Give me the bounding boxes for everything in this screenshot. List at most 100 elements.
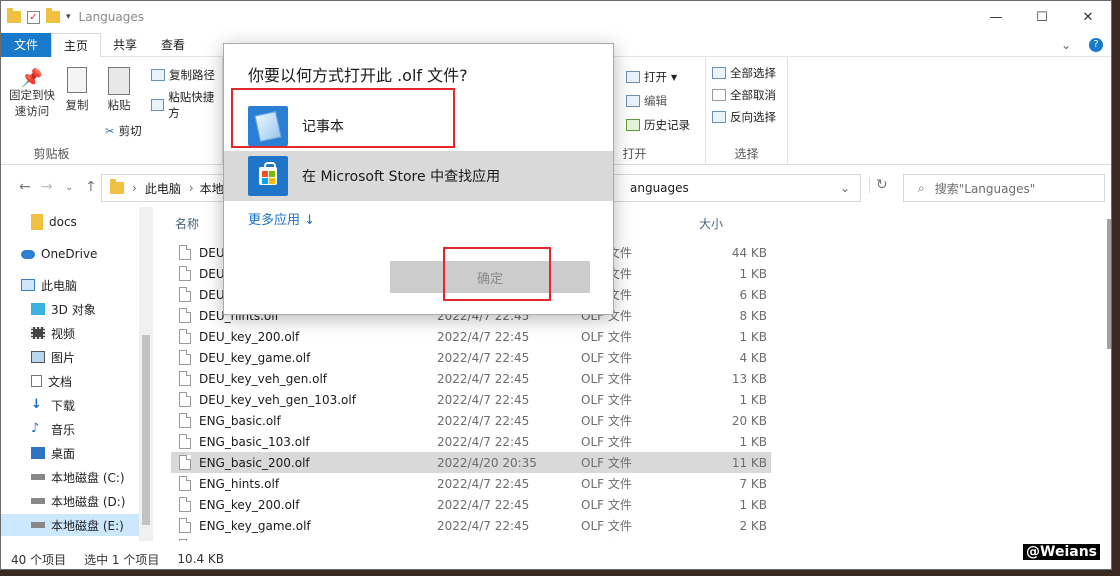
download-icon: ↓ bbox=[31, 397, 42, 412]
option-microsoft-store[interactable]: 在 Microsoft Store 中查找应用 bbox=[224, 151, 613, 201]
file-type: OLF 文件 bbox=[581, 456, 632, 470]
address-dropdown-icon[interactable]: ⌄ bbox=[840, 181, 850, 195]
file-icon bbox=[179, 476, 191, 491]
sidebar-label: 3D 对象 bbox=[51, 302, 96, 317]
file-icon bbox=[179, 350, 191, 365]
sidebar-item-documents[interactable]: 文档 bbox=[1, 370, 151, 392]
quick-access-toolbar: ✓ ▾ bbox=[7, 8, 71, 24]
ribbon-expand-icon[interactable]: ⌄ bbox=[1061, 38, 1071, 52]
file-name: ENG_hints.olf bbox=[199, 476, 280, 491]
breadcrumb-drive[interactable]: 本地 bbox=[200, 180, 224, 197]
file-list-scrollbar[interactable] bbox=[1105, 207, 1111, 541]
table-row[interactable]: DEU_key_veh_gen_103.olf 2022/4/7 22:45 OLF… bbox=[171, 389, 771, 410]
breadcrumb-languages[interactable]: anguages bbox=[630, 181, 689, 195]
recent-dropdown-icon[interactable]: ⌄ bbox=[65, 182, 73, 193]
select-group-label: 选择 bbox=[734, 147, 759, 161]
file-type: OLF 文件 bbox=[581, 477, 632, 491]
file-icon bbox=[179, 371, 191, 386]
sidebar-item-pc[interactable]: 此电脑 bbox=[1, 274, 151, 296]
file-name: ENG_basic_200.olf bbox=[199, 455, 310, 470]
file-date: 2022/4/7 22:45 bbox=[437, 329, 530, 344]
sidebar-item-videos[interactable]: 视频 bbox=[1, 322, 151, 344]
up-arrow-icon[interactable]: ↑ bbox=[85, 179, 97, 195]
table-row[interactable]: ENG_basic_103.olf 2022/4/7 22:45 OLF 文件 1 K… bbox=[171, 431, 771, 452]
copy-button[interactable]: 复制 bbox=[61, 67, 93, 113]
search-input[interactable]: ⌕ 搜索"Languages" bbox=[903, 174, 1105, 202]
tab-share[interactable]: 共享 bbox=[101, 33, 149, 57]
window-title: Languages bbox=[78, 10, 145, 24]
breadcrumb-pc[interactable]: 此电脑 bbox=[145, 180, 181, 197]
open-button[interactable]: 打开 ▼ bbox=[626, 69, 677, 85]
file-name: ENG_key_200.olf bbox=[199, 497, 300, 512]
table-row[interactable]: ENG_hints.olf 2022/4/7 22:45 OLF 文件 7 KB bbox=[171, 473, 771, 494]
column-header-size[interactable]: 大小 bbox=[699, 215, 723, 232]
folder-icon bbox=[7, 8, 21, 23]
cloud-icon bbox=[21, 249, 35, 259]
sidebar-item-docs[interactable]: docs bbox=[1, 211, 151, 233]
cut-button[interactable]: ✂ 剪切 bbox=[105, 123, 142, 139]
sidebar-item-drive-e[interactable]: 本地磁盘 (E:) bbox=[1, 514, 151, 536]
close-button[interactable]: ✕ bbox=[1065, 1, 1111, 33]
new-folder-icon[interactable] bbox=[46, 8, 60, 23]
pin-label: 固定到快 bbox=[9, 88, 55, 102]
column-header-name[interactable]: 名称 bbox=[175, 215, 199, 232]
file-date: 2022/4/7 22:45 bbox=[437, 540, 529, 542]
table-row[interactable]: ENG_key_200.olf 2022/4/7 22:45 OLF 文件 1 KB bbox=[171, 494, 771, 515]
sidebar-item-downloads[interactable]: ↓ 下载 bbox=[1, 394, 151, 416]
pin-quick-access-button[interactable]: 📌 固定到快 速访问 bbox=[3, 70, 61, 119]
table-row[interactable]: DEU_key_veh_gen.olf 2022/4/7 22:45 OLF 文件 1… bbox=[171, 368, 771, 389]
table-row[interactable]: ENG_basic.olf 2022/4/7 22:45 OLF 文件 20 KB bbox=[171, 410, 771, 431]
paste-shortcut-button[interactable]: 粘贴快捷方 bbox=[151, 89, 222, 121]
file-size: 44 KB bbox=[731, 245, 767, 260]
file-type: OLF 文件 bbox=[581, 519, 632, 533]
minimize-button[interactable]: — bbox=[973, 1, 1019, 33]
file-date: 2022/4/7 22:45 bbox=[437, 434, 530, 449]
file-icon bbox=[179, 392, 191, 407]
help-icon[interactable]: ? bbox=[1089, 37, 1103, 52]
scrollbar-thumb[interactable] bbox=[142, 335, 150, 525]
file-name: DEU_key_200.olf bbox=[199, 329, 300, 344]
forward-arrow-icon[interactable]: → bbox=[41, 179, 53, 195]
file-name: ENG_key_game.olf bbox=[199, 518, 311, 533]
file-type: OLF 文件 bbox=[581, 435, 632, 449]
properties-check-icon[interactable]: ✓ bbox=[27, 10, 40, 24]
table-row[interactable]: DEU_key_game.olf 2022/4/7 22:45 OLF 文件 4 KB bbox=[171, 347, 771, 368]
sidebar-item-onedrive[interactable]: OneDrive bbox=[1, 243, 151, 265]
history-button[interactable]: 历史记录 bbox=[626, 117, 690, 133]
more-apps-link[interactable]: 更多应用 ↓ bbox=[248, 209, 315, 228]
table-row[interactable]: ENG_basic_200.olf 2022/4/20 20:35 OLF 文件 11… bbox=[171, 452, 771, 473]
sidebar-item-drive-d[interactable]: 本地磁盘 (D:) bbox=[1, 490, 151, 512]
back-arrow-icon[interactable]: ← bbox=[19, 179, 31, 195]
file-size: 1 KB bbox=[739, 434, 767, 449]
table-row[interactable]: ENG_key_veh_gen.olf2022/4/7 22:45 OLF 文件 9… bbox=[171, 536, 771, 541]
sidebar-item-desktop[interactable]: 桌面 bbox=[1, 442, 151, 464]
maximize-button[interactable]: ☐ bbox=[1019, 1, 1065, 33]
sidebar-label: 本地磁盘 (D:) bbox=[51, 494, 126, 509]
file-date: 2022/4/7 22:45 bbox=[437, 392, 530, 407]
breadcrumb-separator-icon: › bbox=[188, 181, 194, 195]
file-type: OLF 文件 bbox=[581, 351, 632, 365]
table-row[interactable]: ENG_key_game.olf 2022/4/7 22:45 OLF 文件 2 KB bbox=[171, 515, 771, 536]
highlight-ok-box bbox=[443, 247, 551, 301]
select-all-button[interactable]: 全部选择 bbox=[712, 65, 776, 81]
refresh-icon[interactable]: ↻ bbox=[869, 177, 888, 193]
tab-view[interactable]: 查看 bbox=[149, 33, 197, 57]
paste-button[interactable]: 粘贴 bbox=[101, 67, 137, 113]
scrollbar-thumb[interactable] bbox=[1107, 219, 1111, 349]
edit-button[interactable]: 编辑 bbox=[626, 93, 667, 109]
file-date: 2022/4/7 22:45 bbox=[437, 497, 530, 512]
tab-home[interactable]: 主页 bbox=[51, 32, 102, 58]
sidebar-item-drive-c[interactable]: 本地磁盘 (C:) bbox=[1, 466, 151, 488]
customize-dropdown-icon[interactable]: ▾ bbox=[66, 12, 71, 22]
select-none-button[interactable]: 全部取消 bbox=[712, 87, 776, 103]
table-row[interactable]: DEU_key_200.olf 2022/4/7 22:45 OLF 文件 1 KB bbox=[171, 326, 771, 347]
invert-selection-button[interactable]: 反向选择 bbox=[712, 109, 776, 125]
sidebar-item-music[interactable]: ♪ 音乐 bbox=[1, 418, 151, 440]
copy-path-button[interactable]: 复制路径 bbox=[151, 67, 215, 83]
file-name: ENG_basic.olf bbox=[199, 413, 281, 428]
tab-file[interactable]: 文件 bbox=[1, 32, 51, 57]
sidebar-item-pictures[interactable]: 图片 bbox=[1, 346, 151, 368]
navigation-scrollbar[interactable] bbox=[139, 207, 153, 541]
sidebar-item-3d-objects[interactable]: 3D 对象 bbox=[1, 298, 151, 320]
sidebar-label: 本地磁盘 (E:) bbox=[51, 518, 124, 533]
